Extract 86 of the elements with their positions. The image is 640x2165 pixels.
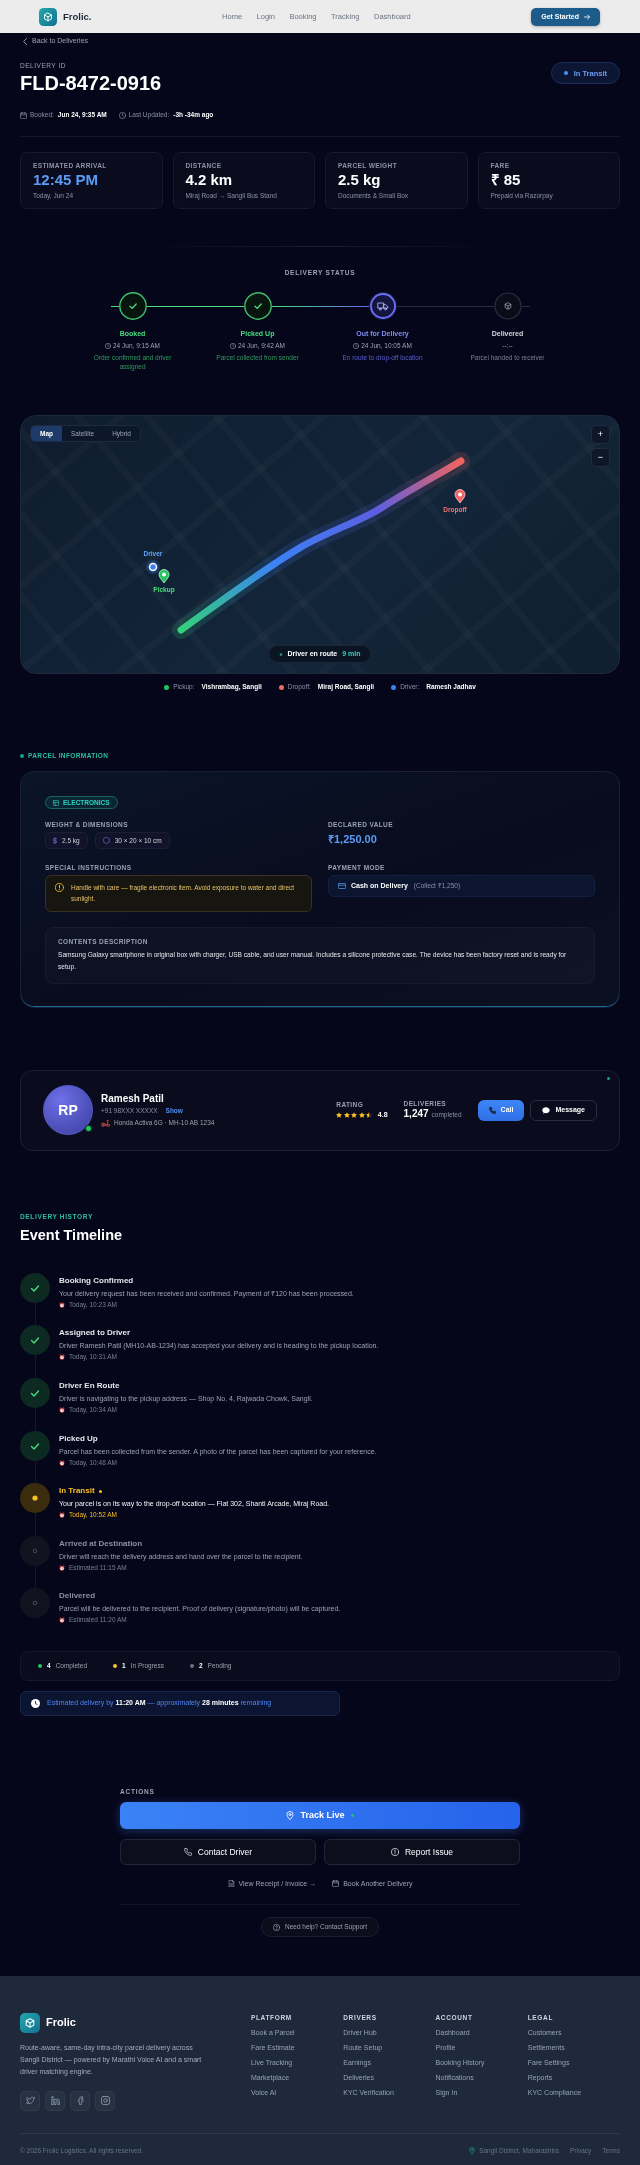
help-icon — [273, 1923, 280, 1931]
delivery-id: FLD-8472-0916 — [20, 72, 162, 95]
indicator-dot-icon — [607, 1076, 610, 1080]
stat-value: 12:45 PM — [33, 172, 100, 189]
progress-connector — [110, 305, 119, 307]
clock-icon — [353, 343, 360, 350]
camera-outline-icon — [100, 2096, 110, 2106]
check-icon — [20, 1430, 50, 1461]
zoom-out-button[interactable]: − — [591, 448, 610, 468]
alarm-clock-icon — [59, 1564, 65, 1571]
driver-avatar: RP — [43, 1085, 93, 1136]
status-dot-icon — [563, 71, 568, 76]
pending-ring-icon — [20, 1535, 50, 1566]
dollar-icon — [53, 837, 57, 845]
driver-name: Ramesh Patil — [101, 1093, 165, 1106]
status-dot-icon — [279, 652, 283, 656]
chat-bubble-icon — [542, 1106, 551, 1114]
logo-icon — [39, 7, 57, 26]
stat-value: 4.2 km — [185, 172, 234, 189]
hexagon-icon — [102, 837, 110, 845]
social-link[interactable] — [95, 2090, 115, 2111]
pending-ring-icon — [20, 1588, 50, 1619]
alarm-clock-icon — [59, 1354, 65, 1361]
footer-brand: Frolic — [46, 2016, 76, 2030]
report-issue-button[interactable]: Report Issue — [324, 1839, 520, 1865]
dropoff-pin-icon[interactable] — [454, 489, 466, 504]
clock-icon — [31, 1699, 40, 1708]
event-title: Booking Confirmed — [59, 1275, 134, 1286]
event-title: Assigned to Driver — [59, 1328, 131, 1339]
event-title: Driver En Route — [59, 1381, 120, 1392]
f-logo-icon — [75, 2096, 85, 2106]
clock-icon — [118, 111, 126, 119]
event-title: Arrived at Destination — [59, 1538, 143, 1549]
check-icon — [118, 292, 147, 321]
stat-value: 2.5 kg — [338, 172, 382, 189]
alarm-clock-icon — [59, 1459, 65, 1466]
scooter-icon — [101, 1119, 110, 1127]
phone-icon — [488, 1106, 496, 1114]
alert-icon — [55, 883, 64, 893]
social-link[interactable] — [20, 2090, 40, 2111]
credit-card-icon — [338, 883, 346, 890]
deliveries-count: 1,247 — [403, 1108, 429, 1121]
calendar-icon — [20, 111, 27, 119]
alarm-clock-icon — [59, 1617, 65, 1624]
alarm-clock-icon — [59, 1301, 65, 1308]
clock-icon — [230, 343, 236, 350]
declared-value: ₹1,250.00 — [328, 833, 378, 847]
half-star-icon — [366, 1112, 373, 1119]
chevron-left-icon — [23, 37, 27, 45]
cube-icon — [493, 292, 522, 321]
section-dot-icon — [20, 754, 24, 759]
check-icon — [243, 292, 272, 321]
calendar-icon — [332, 1880, 340, 1887]
pulse-dot-icon — [98, 1489, 102, 1493]
brand-link[interactable]: Frolic. — [39, 7, 92, 26]
document-icon — [227, 1880, 235, 1887]
social-link[interactable] — [45, 2090, 65, 2111]
in-logo-icon — [50, 2096, 60, 2106]
social-link[interactable] — [70, 2090, 90, 2111]
arrow-right-icon — [584, 13, 590, 20]
section-title: Event Timeline — [20, 1226, 124, 1244]
location-pin-icon — [469, 2147, 476, 2155]
contact-driver-button[interactable]: Contact Driver — [120, 1839, 316, 1865]
alarm-clock-icon — [59, 1512, 65, 1519]
driver-location-icon[interactable] — [146, 560, 160, 575]
alert-icon — [390, 1848, 399, 1856]
stat-value: ₹ 85 — [490, 172, 522, 189]
zoom-in-button[interactable]: + — [591, 425, 610, 445]
bird-icon — [25, 2096, 35, 2106]
event-title: Delivered — [59, 1591, 96, 1602]
event-title: Picked Up — [59, 1433, 98, 1444]
current-dot-icon — [20, 1483, 50, 1514]
event-title: In Transit — [59, 1486, 95, 1497]
logo-icon — [20, 2013, 40, 2033]
track-live-button[interactable]: Track Live — [120, 1802, 520, 1829]
pickup-pin-icon[interactable] — [158, 569, 170, 584]
check-icon — [20, 1325, 50, 1356]
location-pin-icon — [286, 1811, 295, 1820]
progress-connector — [521, 305, 530, 307]
truck-icon — [368, 292, 397, 321]
check-icon — [20, 1272, 50, 1303]
alarm-clock-icon — [59, 1407, 65, 1414]
check-icon — [20, 1378, 50, 1409]
layout-icon — [53, 799, 59, 806]
phone-icon — [183, 1848, 192, 1856]
clock-icon — [105, 343, 111, 350]
